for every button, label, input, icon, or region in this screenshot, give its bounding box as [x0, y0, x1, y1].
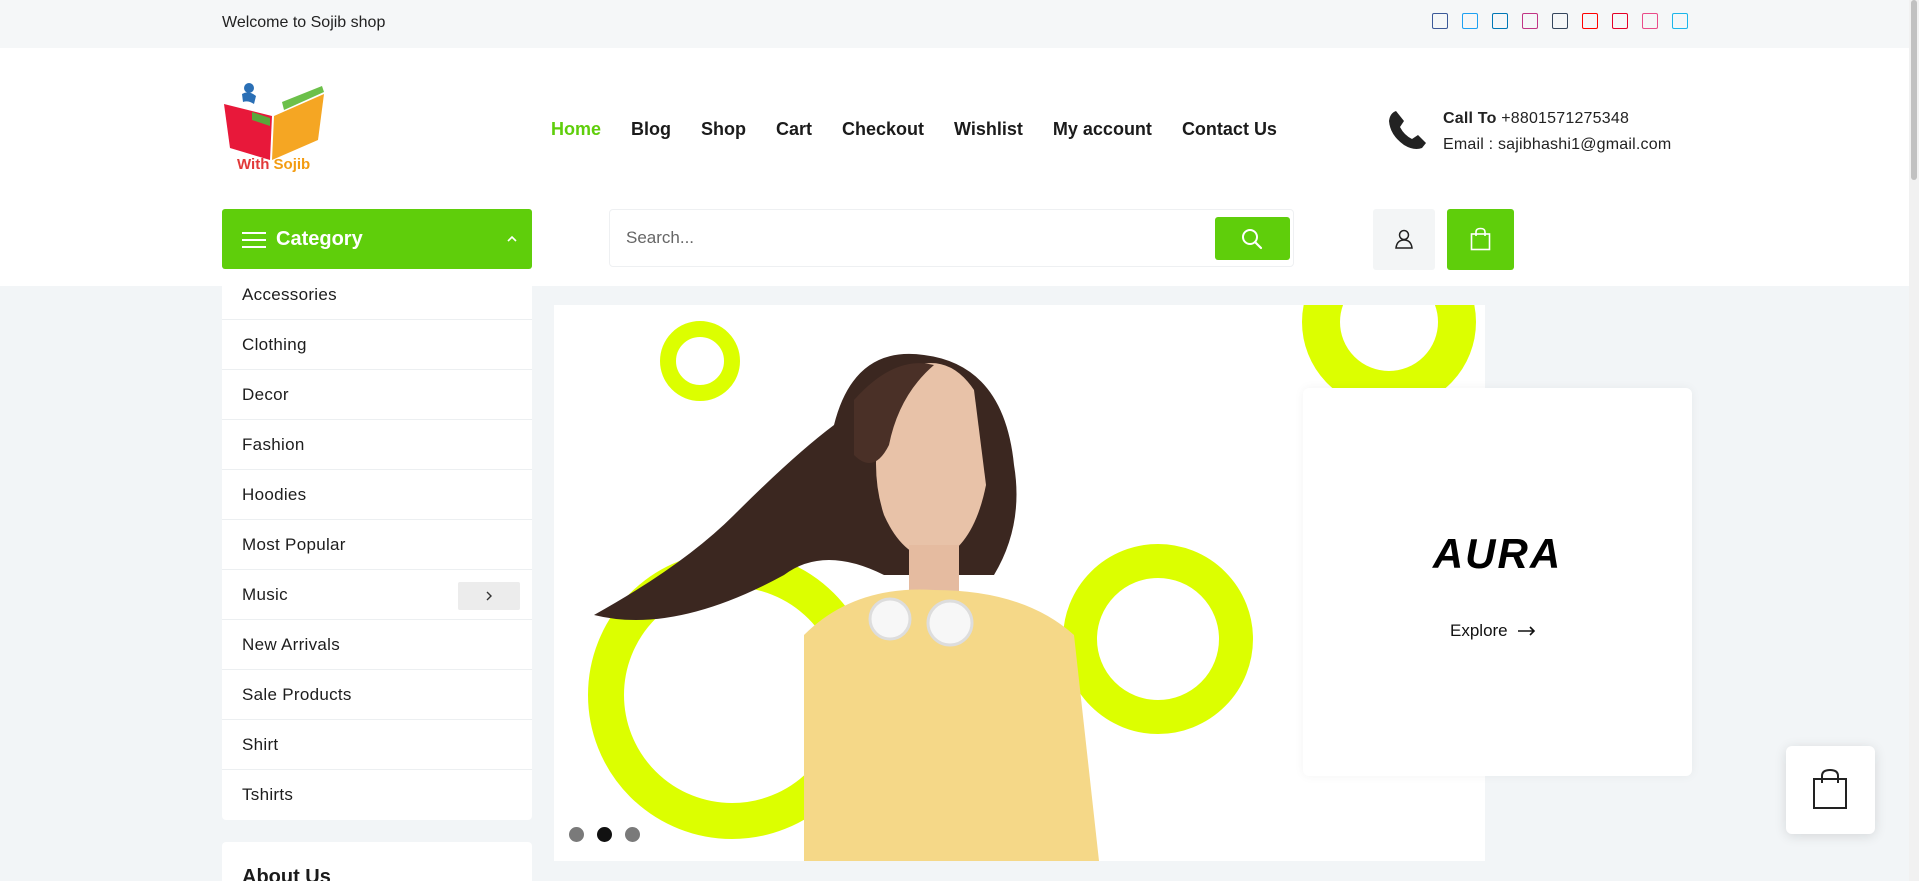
explore-label: Explore	[1450, 621, 1508, 640]
search-icon	[1242, 229, 1263, 250]
contact-info: Call To +8801571275348 Email : sajibhash…	[1443, 106, 1671, 158]
top-bar: Welcome to Sojib shop	[0, 0, 1919, 48]
category-item-shirt[interactable]: Shirt	[222, 720, 532, 770]
category-item-clothing[interactable]: Clothing	[222, 320, 532, 370]
category-title: Category	[276, 228, 363, 250]
chevron-right-icon	[486, 591, 492, 601]
category-item-music[interactable]: Music	[222, 570, 532, 620]
tumblr-icon[interactable]	[1552, 13, 1568, 29]
search-button[interactable]	[1215, 217, 1290, 260]
explore-link[interactable]: Explore	[1450, 621, 1536, 641]
category-list: Accessories Clothing Decor Fashion Hoodies Mo…	[222, 270, 532, 820]
nav-shop[interactable]: Shop	[701, 119, 746, 140]
search-bar	[609, 209, 1294, 267]
user-icon	[1395, 229, 1413, 249]
category-item-label: Most Popular	[242, 535, 346, 554]
category-item-label: Sale Products	[242, 685, 352, 704]
facebook-icon[interactable]	[1432, 13, 1448, 29]
phone-icon	[1389, 111, 1426, 149]
category-item-hoodies[interactable]: Hoodies	[222, 470, 532, 520]
arrow-right-icon	[1517, 626, 1535, 636]
category-item-new-arrivals[interactable]: New Arrivals	[222, 620, 532, 670]
welcome-text: Welcome to Sojib shop	[222, 14, 386, 31]
shopping-bag-icon	[1470, 227, 1491, 251]
email-line: Email : sajibhashi1@gmail.com	[1443, 136, 1672, 153]
category-toggle[interactable]: Category	[222, 209, 532, 269]
social-links	[1432, 13, 1688, 29]
nav-contact-us[interactable]: Contact Us	[1182, 119, 1277, 140]
category-item-label: Hoodies	[242, 485, 307, 504]
category-item-decor[interactable]: Decor	[222, 370, 532, 420]
category-item-label: Fashion	[242, 435, 305, 454]
phone-number: +8801571275348	[1501, 110, 1630, 127]
category-item-tshirts[interactable]: Tshirts	[222, 770, 532, 820]
call-label: Call To	[1443, 110, 1497, 127]
menu-icon	[242, 232, 266, 248]
youtube-icon[interactable]	[1582, 13, 1598, 29]
scrollbar-thumb[interactable]	[1911, 0, 1917, 180]
category-item-label: Decor	[242, 385, 289, 404]
vimeo-icon[interactable]	[1672, 13, 1688, 29]
category-item-sale-products[interactable]: Sale Products	[222, 670, 532, 720]
nav-my-account[interactable]: My account	[1053, 119, 1152, 140]
category-item-fashion[interactable]: Fashion	[222, 420, 532, 470]
nav-blog[interactable]: Blog	[631, 119, 671, 140]
floating-cart-button[interactable]	[1786, 746, 1875, 834]
category-item-label: New Arrivals	[242, 635, 341, 654]
promo-card: AURA Explore	[1303, 388, 1692, 776]
slider-dots	[569, 827, 640, 842]
chevron-up-icon	[507, 235, 517, 242]
category-item-label: Clothing	[242, 335, 307, 354]
nav-wishlist[interactable]: Wishlist	[954, 119, 1023, 140]
account-button[interactable]	[1373, 209, 1435, 270]
category-item-label: Accessories	[242, 285, 337, 304]
shopping-bag-icon	[1813, 768, 1847, 809]
submenu-toggle[interactable]	[458, 582, 520, 610]
category-item-label: Music	[242, 585, 288, 604]
slider-dot-3[interactable]	[625, 827, 640, 842]
nav-checkout[interactable]: Checkout	[842, 119, 924, 140]
category-item-label: Shirt	[242, 735, 279, 754]
about-us-card: About Us	[222, 842, 532, 881]
page-scrollbar[interactable]	[1909, 0, 1919, 881]
logo-text: With Sojib	[237, 156, 311, 173]
category-item-accessories[interactable]: Accessories	[222, 270, 532, 320]
search-input[interactable]	[626, 220, 1186, 256]
linkedin-icon[interactable]	[1492, 13, 1508, 29]
brand-logo: AURA	[1432, 530, 1563, 577]
category-item-most-popular[interactable]: Most Popular	[222, 520, 532, 570]
slider-dot-1[interactable]	[569, 827, 584, 842]
nav-cart[interactable]: Cart	[776, 119, 812, 140]
about-us-title: About Us	[242, 866, 331, 881]
main-nav: Home Blog Shop Cart Checkout Wishlist My accou…	[551, 119, 1277, 140]
cart-button[interactable]	[1447, 209, 1514, 270]
category-item-label: Tshirts	[242, 785, 294, 804]
instagram-icon[interactable]	[1522, 13, 1538, 29]
pinterest-icon[interactable]	[1612, 13, 1628, 29]
twitter-icon[interactable]	[1462, 13, 1478, 29]
slider-dot-2[interactable]	[597, 827, 612, 842]
nav-home[interactable]: Home	[551, 119, 601, 140]
dribbble-icon[interactable]	[1642, 13, 1658, 29]
